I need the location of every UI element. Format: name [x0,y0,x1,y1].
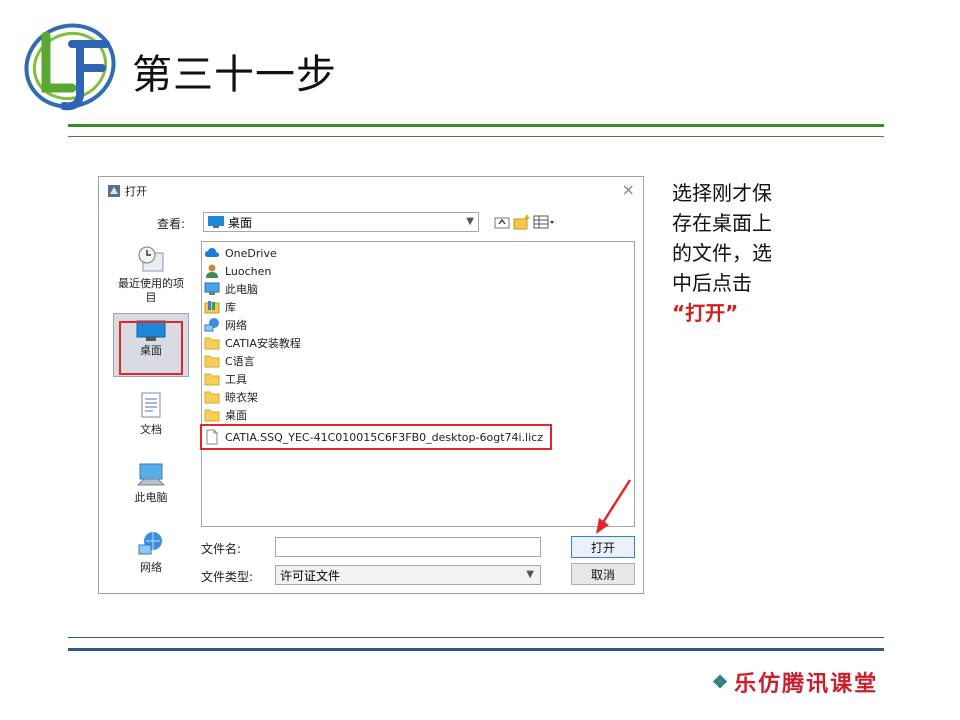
desktop-highlight-box [119,321,183,375]
chevron-down-icon: ▼ [526,569,534,580]
list-item[interactable]: Luochen [204,262,271,280]
file-name-input[interactable] [275,537,541,557]
file-name: 工具 [225,373,247,386]
file-type-label: 文件类型: [201,570,254,584]
folder-icon [204,409,220,422]
file-name: 库 [225,301,236,314]
new-folder-icon[interactable] [513,213,531,231]
slide-title: 第三十一步 [132,52,337,98]
cloud-icon [205,248,219,257]
place-label: 此电脑 [134,491,168,504]
open-file-dialog: 打开 × 查看: 桌面 ▼ 最近使用的项目 桌面 文档 此电脑 网络 OneDr… [98,176,644,594]
brand-footer: ❖ 乐仿腾讯课堂 [712,666,878,698]
open-button[interactable]: 打开 [571,536,635,558]
dialog-title: 打开 [125,185,147,198]
desktop-icon [208,216,224,228]
diamond-cluster-icon: ❖ [712,671,729,693]
pointer-arrow-icon [596,479,632,534]
place-label: 网络 [140,561,162,574]
note-highlight: “打开” [672,301,739,325]
app-icon [108,185,120,197]
list-item[interactable]: OneDrive [204,244,277,262]
folder-icon [204,355,220,368]
list-item[interactable]: 晾衣架 [204,388,258,406]
top-rule-thick [68,124,884,127]
up-folder-icon[interactable] [493,213,511,231]
list-item[interactable]: CATIA安装教程 [204,334,301,352]
view-menu-icon[interactable] [533,213,555,231]
place-label: 最近使用的项目 [118,277,184,304]
note-line: 的文件，选 [672,241,772,265]
folder-icon [204,373,220,386]
top-rule-thin [68,136,884,137]
place-label: 文档 [140,423,162,436]
cancel-button[interactable]: 取消 [571,563,635,585]
places-bar: 最近使用的项目 桌面 文档 此电脑 网络 [109,241,193,581]
list-item[interactable]: 库 [204,298,236,316]
note-line: 选择刚才保 [672,181,772,205]
look-in-value: 桌面 [228,215,253,230]
network-icon [138,532,162,555]
dialog-titlebar: 打开 × [99,177,643,205]
look-in-label: 查看: [157,217,186,231]
file-name: C语言 [225,355,255,368]
close-icon[interactable]: × [622,180,635,199]
file-name: 网络 [225,319,247,332]
file-highlight-box [200,424,552,450]
note-line: 中后点击 [672,271,752,295]
network-icon [204,318,219,332]
place-documents[interactable]: 文档 [113,391,189,437]
documents-icon [141,392,161,418]
file-name: 晾衣架 [225,391,258,404]
folder-icon [204,337,220,350]
list-item[interactable]: 网络 [204,316,247,334]
file-name: Luochen [225,264,272,278]
list-item[interactable]: C语言 [204,352,255,370]
file-name: CATIA安装教程 [225,337,301,350]
file-name: 桌面 [225,409,247,422]
file-name: 此电脑 [225,283,258,296]
user-icon [206,264,218,278]
note-line: 存在桌面上 [672,211,772,235]
place-recent[interactable]: 最近使用的项目 [113,245,189,305]
computer-icon [204,282,220,295]
lf-logo [24,23,116,111]
file-name: OneDrive [225,246,277,260]
file-type-value: 许可证文件 [280,568,341,583]
look-in-select[interactable]: 桌面 ▼ [203,212,479,232]
chevron-down-icon: ▼ [466,216,474,227]
place-network[interactable]: 网络 [113,529,189,575]
bottom-rule-thick [68,648,884,651]
recent-icon [138,246,164,272]
bottom-rule-thin [68,637,884,638]
file-name-label: 文件名: [201,542,242,556]
computer-icon [136,463,166,486]
place-computer[interactable]: 此电脑 [113,461,189,505]
list-item[interactable]: 此电脑 [204,280,258,298]
list-item[interactable]: 工具 [204,370,247,388]
file-list: OneDrive Luochen 此电脑 库 网络 CATIA安装教程 C语言 [201,241,635,527]
file-type-select[interactable]: 许可证文件 ▼ [275,565,541,585]
instruction-note: 选择刚才保 存在桌面上 的文件，选 中后点击 “打开” [672,178,812,328]
folder-icon [204,391,220,404]
list-item[interactable]: 桌面 [204,406,247,424]
library-icon [204,301,220,314]
brand-text: 乐仿腾讯课堂 [734,671,879,697]
